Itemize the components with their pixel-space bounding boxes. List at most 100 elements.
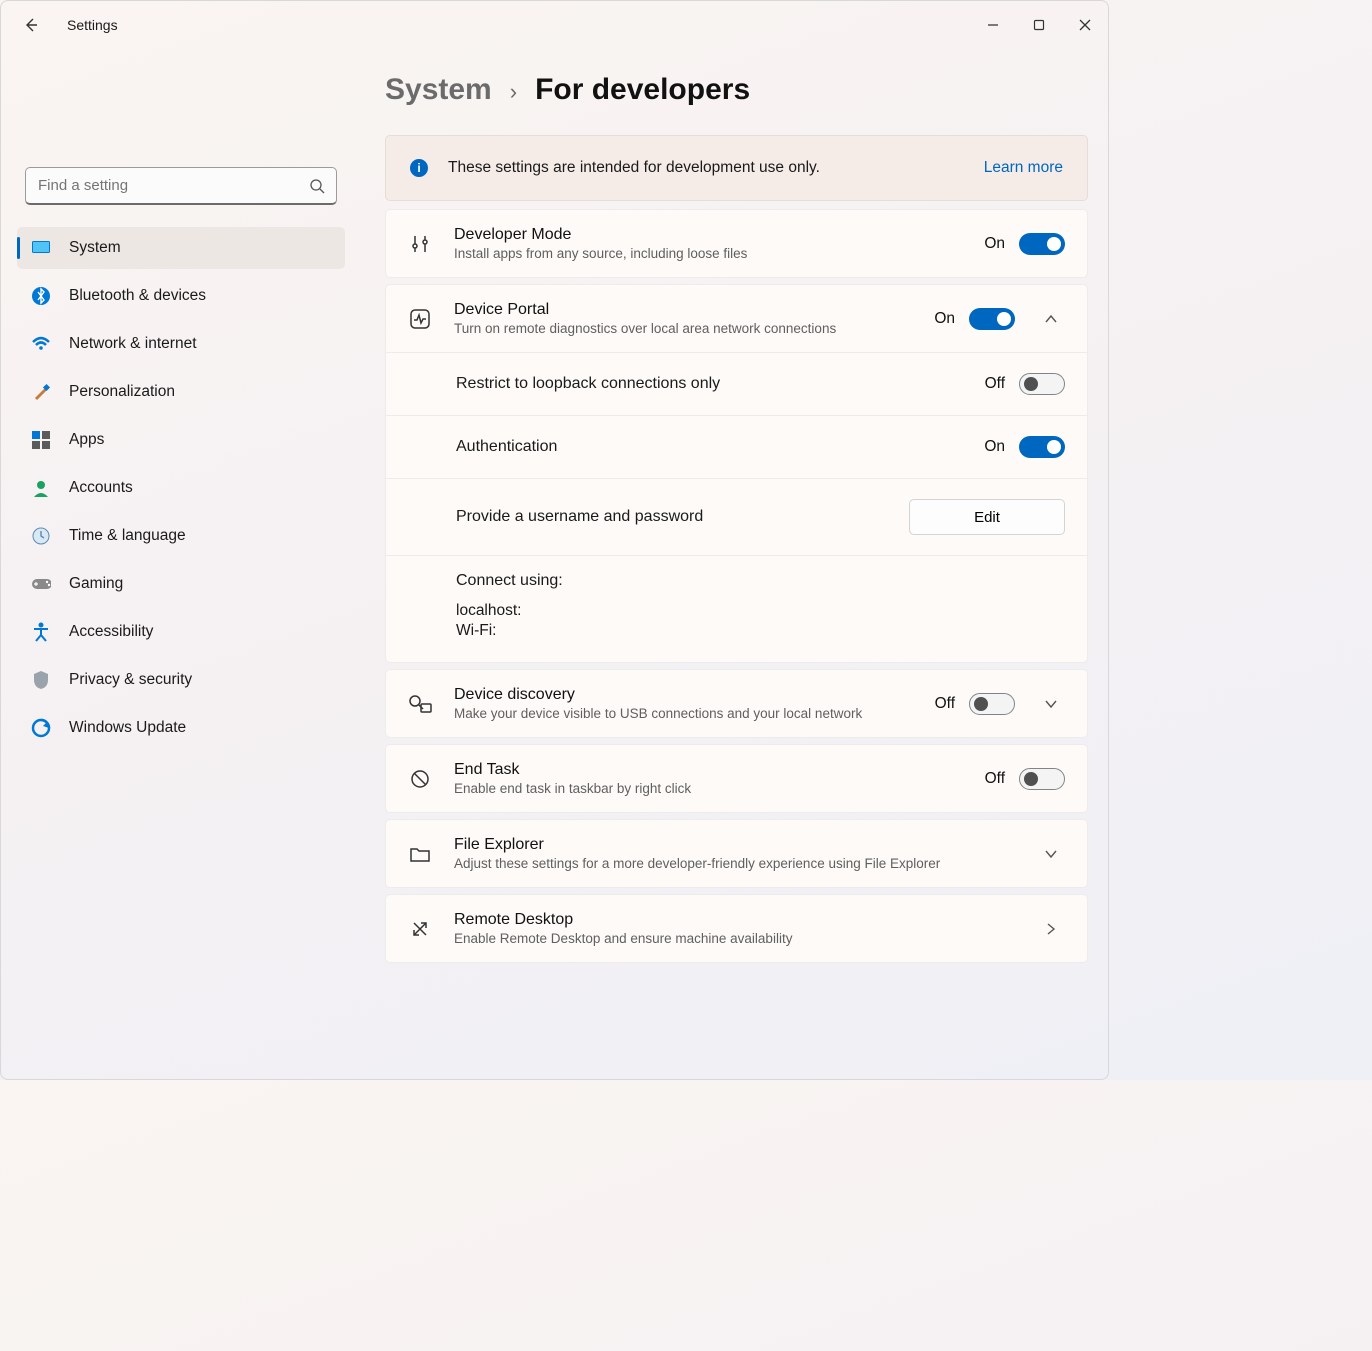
maximize-icon [1033, 19, 1045, 31]
connect-line: localhost: [456, 602, 1065, 620]
gamepad-icon [31, 574, 51, 594]
nav-label: Accounts [69, 479, 133, 497]
setting-subtitle: Enable end task in taskbar by right clic… [454, 781, 963, 796]
setting-title: Device Portal [454, 301, 912, 319]
setting-title: Authentication [456, 438, 984, 456]
info-icon: i [410, 159, 428, 177]
nav-item-accessibility[interactable]: Accessibility [17, 611, 345, 653]
toggle-device-discovery[interactable] [969, 693, 1015, 715]
breadcrumb-parent[interactable]: System [385, 73, 492, 107]
row-developer-mode[interactable]: Developer Mode Install apps from any sou… [386, 210, 1087, 277]
edit-credentials-button[interactable]: Edit [909, 499, 1065, 535]
nav-item-accounts[interactable]: Accounts [17, 467, 345, 509]
row-end-task[interactable]: End Task Enable end task in taskbar by r… [386, 745, 1087, 812]
toggle-end-task[interactable] [1019, 768, 1065, 790]
expand-button[interactable] [1037, 690, 1065, 718]
setting-file-explorer: File Explorer Adjust these settings for … [385, 819, 1088, 888]
setting-subtitle: Turn on remote diagnostics over local ar… [454, 321, 912, 336]
nav-item-time-language[interactable]: Time & language [17, 515, 345, 557]
toggle-state-label: Off [985, 375, 1005, 393]
setting-subtitle: Make your device visible to USB connecti… [454, 706, 913, 721]
expand-button[interactable] [1037, 840, 1065, 868]
setting-title: Remote Desktop [454, 911, 1015, 929]
chevron-down-icon [1044, 847, 1058, 861]
nav-item-system[interactable]: System [17, 227, 345, 269]
collapse-button[interactable] [1037, 305, 1065, 333]
minimize-button[interactable] [970, 6, 1016, 44]
setting-title: End Task [454, 761, 963, 779]
navigate-button[interactable] [1037, 915, 1065, 943]
nav-item-gaming[interactable]: Gaming [17, 563, 345, 605]
nav-item-apps[interactable]: Apps [17, 419, 345, 461]
nav-label: Bluetooth & devices [69, 287, 206, 305]
row-remote-desktop[interactable]: Remote Desktop Enable Remote Desktop and… [386, 895, 1087, 962]
apps-icon [31, 430, 51, 450]
toggle-state-label: Off [985, 770, 1005, 788]
setting-device-portal: Device Portal Turn on remote diagnostics… [385, 284, 1088, 663]
nav-item-personalization[interactable]: Personalization [17, 371, 345, 413]
maximize-button[interactable] [1016, 6, 1062, 44]
settings-window: Settings System [0, 0, 1109, 1080]
setting-title: File Explorer [454, 836, 1015, 854]
close-button[interactable] [1062, 6, 1108, 44]
main-content[interactable]: System › For developers i These settings… [361, 49, 1108, 1079]
setting-developer-mode: Developer Mode Install apps from any sou… [385, 209, 1088, 278]
toggle-developer-mode[interactable] [1019, 233, 1065, 255]
nav-item-network[interactable]: Network & internet [17, 323, 345, 365]
back-button[interactable] [11, 5, 51, 45]
setting-title: Provide a username and password [456, 508, 909, 526]
app-title: Settings [67, 17, 118, 33]
nav-item-windows-update[interactable]: Windows Update [17, 707, 345, 749]
chevron-right-icon [1044, 922, 1058, 936]
brush-icon [31, 382, 51, 402]
update-icon [31, 718, 51, 738]
nav-label: System [69, 239, 121, 257]
close-icon [1079, 19, 1091, 31]
setting-subtitle: Install apps from any source, including … [454, 246, 962, 261]
nav-label: Personalization [69, 383, 175, 401]
row-device-portal[interactable]: Device Portal Turn on remote diagnostics… [386, 285, 1087, 352]
toggle-restrict-loopback[interactable] [1019, 373, 1065, 395]
setting-end-task: End Task Enable end task in taskbar by r… [385, 744, 1088, 813]
setting-device-discovery: Device discovery Make your device visibl… [385, 669, 1088, 738]
row-device-discovery[interactable]: Device discovery Make your device visibl… [386, 670, 1087, 737]
toggle-state-label: On [984, 438, 1005, 456]
setting-remote-desktop: Remote Desktop Enable Remote Desktop and… [385, 894, 1088, 963]
search-input[interactable] [25, 167, 337, 205]
connect-line: Wi-Fi: [456, 622, 1065, 640]
remote-icon [408, 917, 432, 941]
nav-item-privacy[interactable]: Privacy & security [17, 659, 345, 701]
breadcrumb-current: For developers [535, 73, 750, 107]
titlebar: Settings [1, 1, 1108, 49]
nav-label: Privacy & security [69, 671, 192, 689]
chevron-up-icon [1044, 312, 1058, 326]
heartbeat-icon [408, 307, 432, 331]
row-credentials: Provide a username and password Edit [386, 478, 1087, 555]
bluetooth-icon [31, 286, 51, 306]
system-icon [31, 238, 51, 258]
discovery-icon [408, 692, 432, 716]
connect-using-block: Connect using: localhost: Wi-Fi: [386, 555, 1087, 662]
nav-label: Apps [69, 431, 104, 449]
setting-title: Developer Mode [454, 226, 962, 244]
toggle-state-label: On [984, 235, 1005, 253]
folder-icon [408, 842, 432, 866]
toggle-device-portal[interactable] [969, 308, 1015, 330]
row-restrict-loopback: Restrict to loopback connections only Of… [386, 352, 1087, 415]
clock-globe-icon [31, 526, 51, 546]
connect-header: Connect using: [456, 572, 1065, 590]
nav-label: Network & internet [69, 335, 197, 353]
nav-label: Gaming [69, 575, 123, 593]
learn-more-link[interactable]: Learn more [984, 159, 1063, 177]
toggle-state-label: Off [935, 695, 955, 713]
nav-label: Accessibility [69, 623, 153, 641]
row-file-explorer[interactable]: File Explorer Adjust these settings for … [386, 820, 1087, 887]
setting-subtitle: Enable Remote Desktop and ensure machine… [454, 931, 1015, 946]
accessibility-icon [31, 622, 51, 642]
arrow-left-icon [23, 17, 39, 33]
setting-title: Device discovery [454, 686, 913, 704]
toggle-authentication[interactable] [1019, 436, 1065, 458]
profile-block [17, 81, 345, 153]
row-authentication: Authentication On [386, 415, 1087, 478]
nav-item-bluetooth[interactable]: Bluetooth & devices [17, 275, 345, 317]
